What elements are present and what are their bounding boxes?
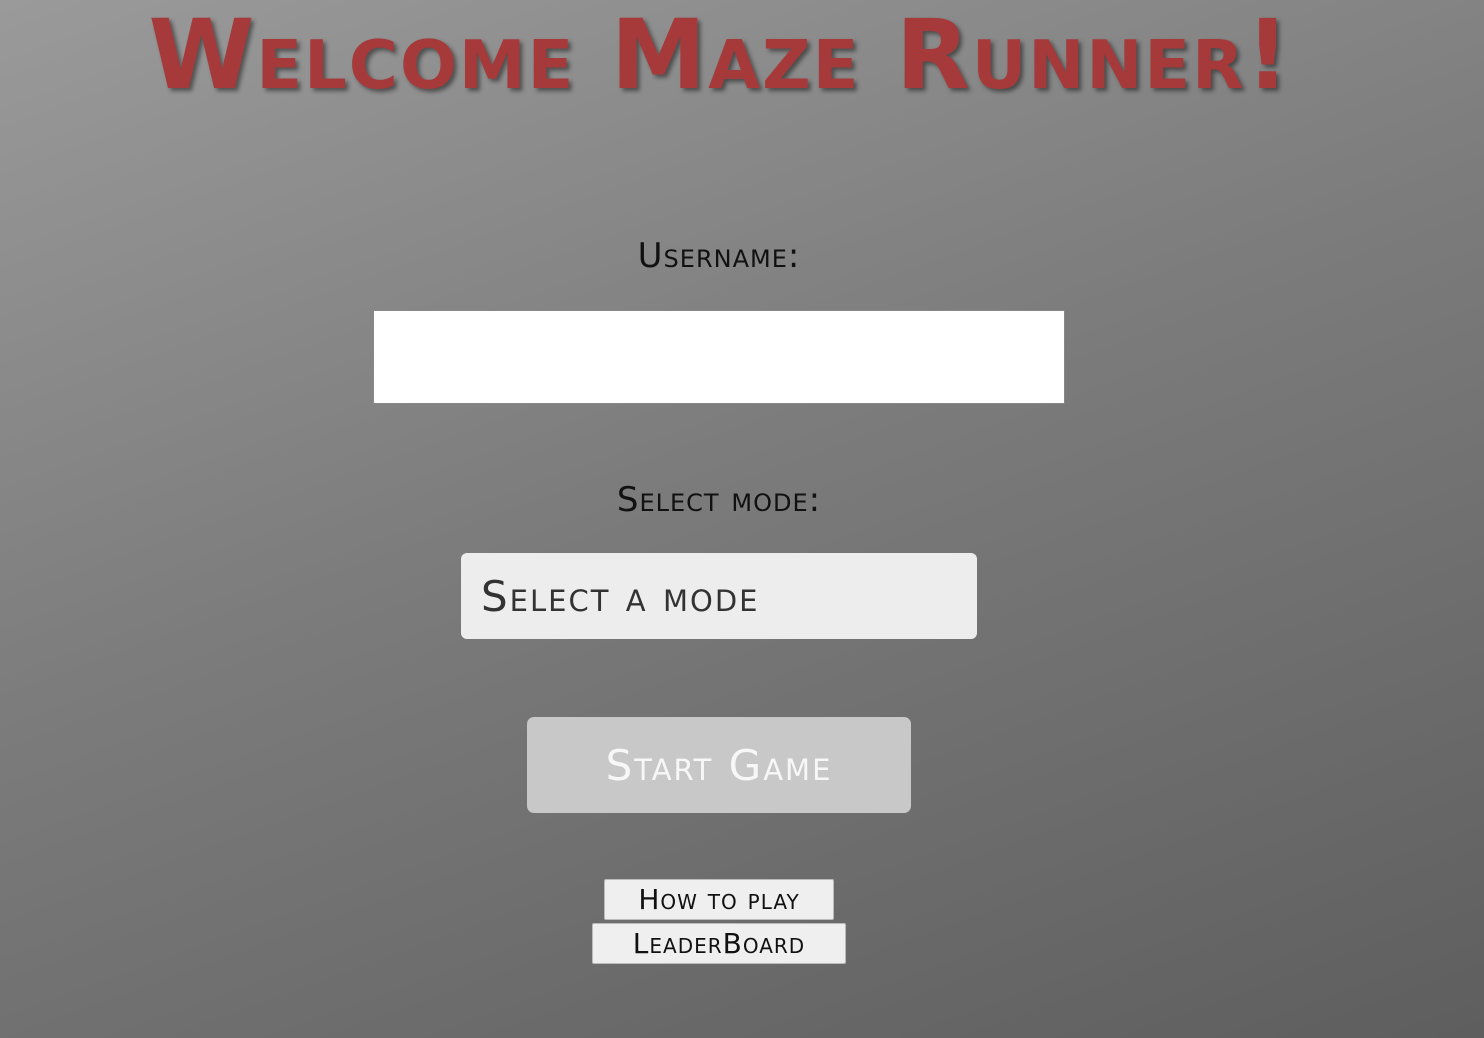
start-game-button[interactable]: Start Game (527, 717, 911, 813)
leaderboard-button[interactable]: LeaderBoard (592, 923, 846, 964)
username-input[interactable] (373, 310, 1065, 404)
page-title: Welcome Maze Runner! (148, 0, 1292, 111)
how-to-play-button[interactable]: How to play (604, 879, 834, 920)
mode-label: Select mode: (616, 480, 822, 520)
mode-select-value: Select a mode (481, 571, 760, 621)
username-label: Username: (637, 236, 801, 276)
mode-select[interactable]: Select a mode (461, 553, 977, 639)
